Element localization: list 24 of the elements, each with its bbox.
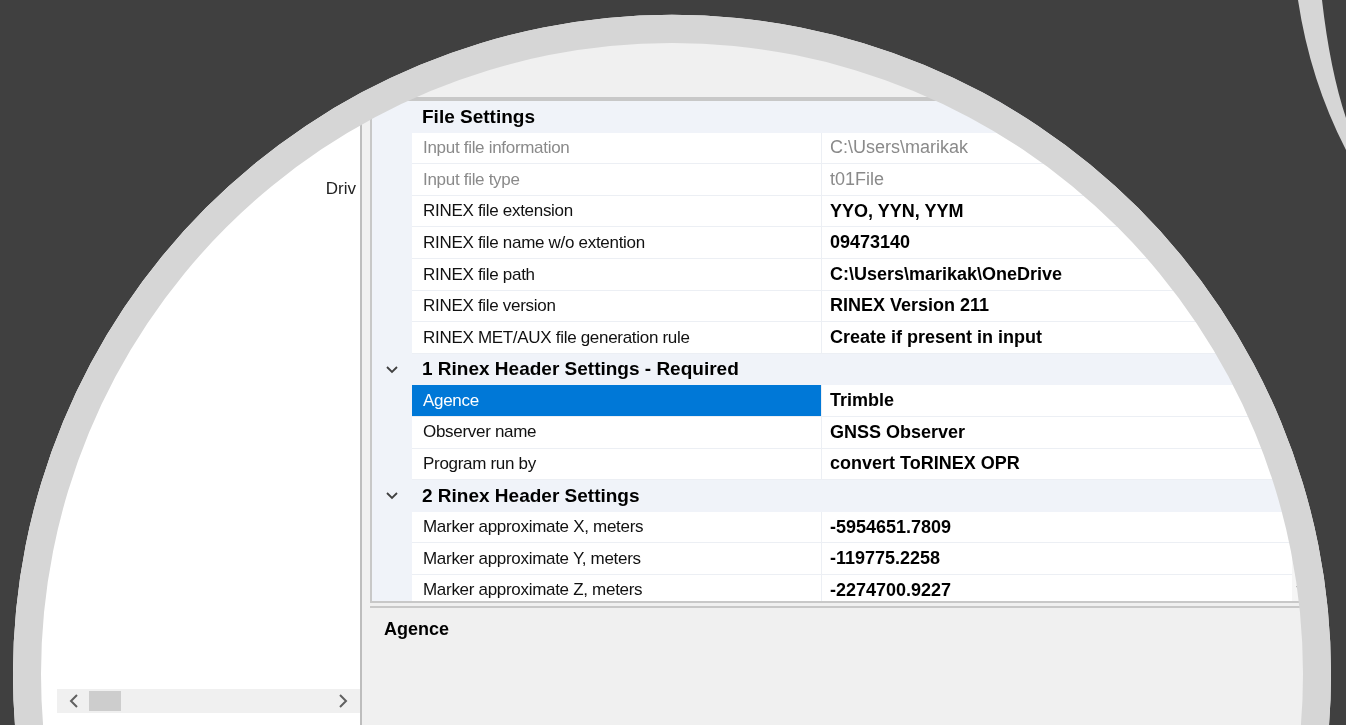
description-title: Agence	[384, 619, 450, 639]
scrollbar-thumb[interactable]	[89, 691, 121, 711]
category-title: 1 Rinex Header Settings - Required	[421, 357, 739, 382]
scroll-right-icon[interactable]	[338, 694, 348, 708]
property-name[interactable]: RINEX file extension	[412, 195, 822, 228]
property-name[interactable]: RINEX file version	[412, 290, 822, 323]
tree-item[interactable]: Driv	[325, 177, 356, 201]
property-name[interactable]: Marker approximate Y, meters	[412, 543, 822, 575]
category-title: 2 Rinex Header Settings	[421, 483, 640, 508]
collapse-icon[interactable]	[386, 363, 398, 376]
horizontal-scrollbar[interactable]	[57, 689, 360, 713]
property-name[interactable]: Agence	[412, 385, 822, 417]
category-title: File Settings	[421, 104, 535, 129]
property-value[interactable]: 09473140	[830, 229, 911, 257]
property-name[interactable]: RINEX MET/AUX file generation rule	[412, 322, 822, 354]
scroll-left-icon[interactable]	[69, 694, 79, 708]
property-name[interactable]: RINEX file name w/o extention	[412, 227, 822, 259]
property-name[interactable]: RINEX file path	[412, 258, 822, 291]
property-name[interactable]: Observer name	[412, 416, 822, 449]
property-name[interactable]: Marker approximate X, meters	[412, 511, 822, 544]
property-name[interactable]: Program run by	[412, 448, 822, 481]
collapse-icon[interactable]	[386, 489, 398, 502]
property-value[interactable]: Trimble	[830, 387, 895, 415]
property-name[interactable]: Marker approximate Z, meters	[412, 574, 822, 601]
